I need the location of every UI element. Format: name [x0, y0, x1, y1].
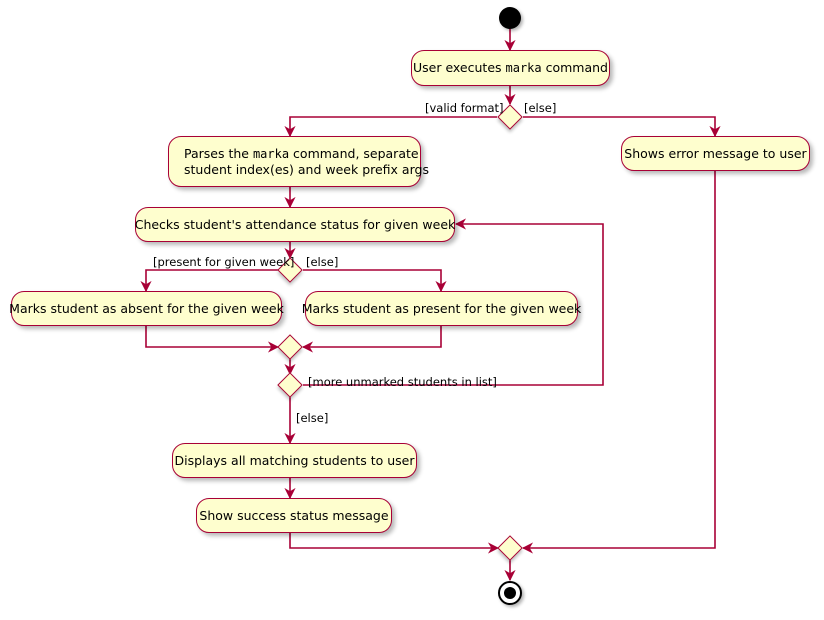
activity-checks-attendance-status[interactable]: Checks student's attendance status for g…	[135, 207, 455, 242]
edge-a5-to-m1	[301, 326, 442, 353]
activity-label: Marks student as present for the given w…	[301, 300, 582, 316]
edge-label-valid-format: [valid format]	[425, 101, 504, 115]
activity-diagram-canvas: User executes marka command [valid forma…	[0, 0, 824, 620]
activity-marks-student-present[interactable]: Marks student as present for the given w…	[302, 291, 581, 326]
edge-d1-to-a2	[284, 116, 497, 138]
activity-parses-marka-command[interactable]: Parses the marka command, separate stude…	[168, 136, 429, 187]
activity-label: User executes marka command	[412, 60, 608, 75]
edge-a4-to-m1	[145, 326, 280, 353]
edge-d2-to-a5	[303, 269, 447, 293]
activity-label: Checks student's attendance status for g…	[134, 216, 456, 232]
activity-label: Displays all matching students to user	[174, 452, 415, 468]
activity-shows-error-message[interactable]: Shows error message to user	[621, 136, 810, 171]
edge-label-present-for-given-week: [present for given week]	[153, 255, 295, 269]
edge-label-else-loop: [else]	[296, 411, 329, 425]
edge-a8-to-m2	[521, 171, 716, 554]
activity-marks-student-absent[interactable]: Marks student as absent for the given we…	[9, 291, 284, 326]
edge-label-more-unmarked-students: [more unmarked students in list]	[308, 375, 497, 389]
activity-label: Shows error message to user	[624, 145, 807, 161]
edge-a7-to-m2	[289, 533, 500, 554]
activity-show-success-status-message[interactable]: Show success status message	[196, 498, 392, 533]
edge-d2-to-a4	[140, 269, 278, 293]
edge-label-else-mid: [else]	[306, 255, 339, 269]
activity-user-executes-marka-command[interactable]: User executes marka command	[411, 50, 610, 86]
activity-label-line1: Parses the marka command, separate	[184, 145, 419, 161]
edge-d1-to-a8	[523, 116, 721, 138]
activity-displays-matching-students[interactable]: Displays all matching students to user	[172, 443, 417, 478]
edge-label-else-top: [else]	[524, 101, 557, 115]
activity-label: Show success status message	[199, 507, 389, 523]
initial-node	[499, 7, 521, 29]
final-node-center	[504, 587, 516, 599]
activity-label-line2: student index(es) and week prefix args	[184, 161, 429, 177]
activity-label: Marks student as absent for the given we…	[9, 300, 284, 316]
